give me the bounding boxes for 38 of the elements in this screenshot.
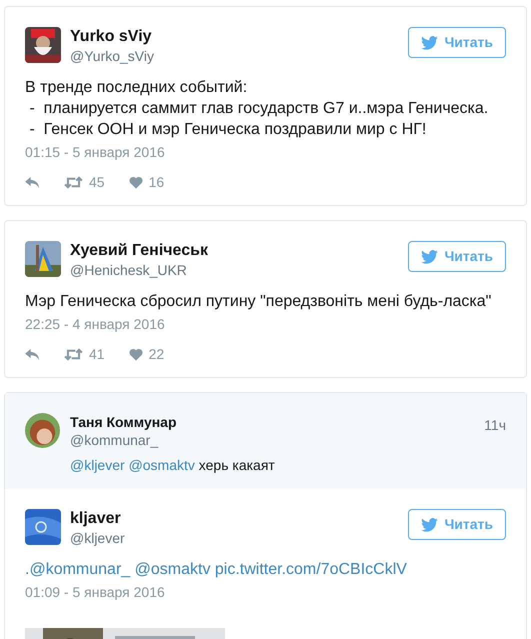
like-count: 22 [148, 345, 164, 364]
bird-icon [421, 250, 438, 264]
like-count: 16 [148, 173, 164, 192]
link[interactable]: .@kommunar_ [25, 561, 130, 578]
link[interactable]: @kljever [70, 457, 125, 473]
heart-icon[interactable] [128, 176, 143, 189]
author-handle: @kommunar_ [70, 431, 160, 449]
timestamp: 01:15 - 5 января 2016 [25, 143, 166, 162]
reply-icon[interactable] [25, 349, 40, 360]
retweet-icon[interactable] [64, 348, 83, 361]
reply-icon[interactable] [25, 177, 40, 188]
follow-button[interactable]: Читать [408, 509, 506, 540]
link[interactable]: @osmaktv [128, 457, 195, 473]
link[interactable]: @osmaktv [134, 561, 210, 578]
tweet-text: В тренде последних событий: [25, 78, 248, 98]
retweet-count: 45 [89, 173, 105, 192]
tweet-text: херь какаят [198, 457, 275, 473]
timestamp: 01:09 - 5 января 2016 [25, 583, 166, 602]
tweet-text: Мэр Геническа сбросил путину "передзвоніть мені будь-ласка" [25, 292, 492, 312]
author-name: kljaver [70, 509, 122, 529]
author-name: Таня Коммунар [70, 413, 177, 431]
author-handle: @Henichesk_UKR [70, 261, 188, 279]
author-name: Yurko sViy [70, 27, 153, 47]
timestamp: 22:25 - 4 января 2016 [25, 315, 166, 334]
tweet-text: - планируется саммит глав государств G7 и..мэра Геническа. [28, 99, 490, 119]
tweet-age: 11ч [484, 416, 506, 435]
author-name: Хуевий Генічеськ [70, 241, 208, 261]
bird-icon [421, 518, 438, 532]
bird-icon [421, 36, 438, 50]
link[interactable]: pic.twitter.com/7oCBIcCklV [214, 561, 407, 578]
follow-button[interactable]: Читать [408, 27, 506, 58]
tweet-text: - Генсек ООН и мэр Геническа поздравили мир с НГ! [28, 120, 428, 140]
author-handle: @Yurko_sViy [70, 47, 154, 65]
author-handle: @kljever [70, 529, 125, 547]
retweet-count: 41 [89, 345, 105, 364]
heart-icon[interactable] [128, 348, 143, 361]
follow-button[interactable]: Читать [408, 241, 506, 272]
retweet-icon[interactable] [64, 176, 83, 189]
